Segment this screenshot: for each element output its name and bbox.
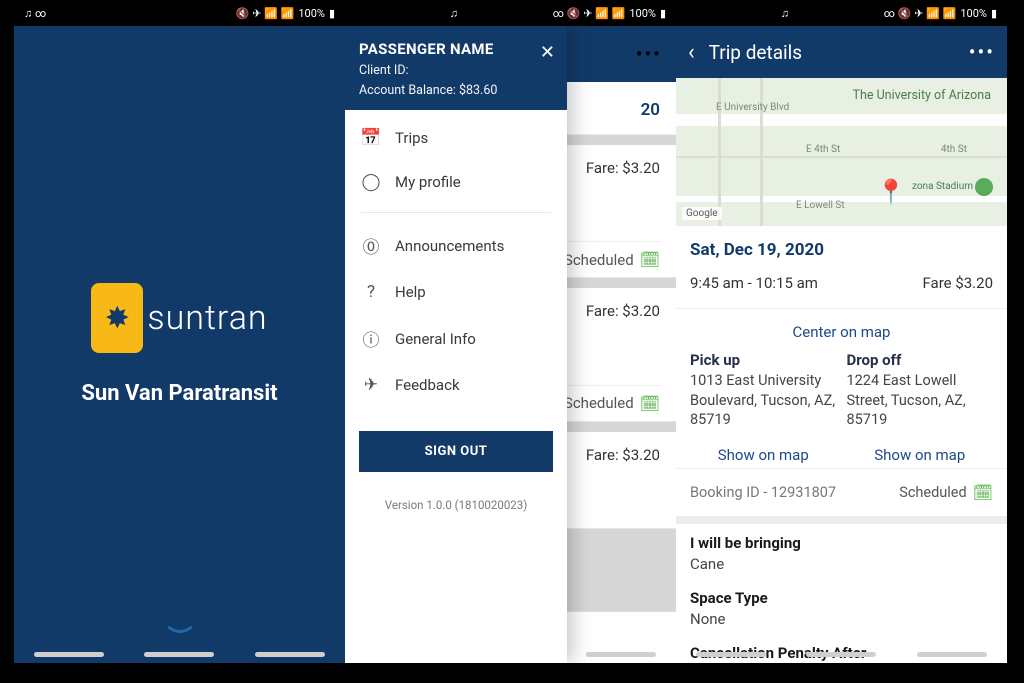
- drawer-item-feedback[interactable]: ✈ Feedback: [345, 363, 567, 407]
- bringing-heading: I will be bringing: [690, 534, 993, 552]
- version-text: Version 1.0.0 (1810020023): [345, 498, 567, 512]
- trip-time: 9:45 am - 10:15 am: [690, 274, 818, 292]
- calendar-check-icon: 🗓: [640, 250, 660, 269]
- drawer-item-announcements[interactable]: ⓪ Announcements: [345, 221, 567, 270]
- details-header: ‹ Trip details •••: [676, 26, 1007, 78]
- battery-icon: ▮: [329, 7, 335, 20]
- sun-badge-icon: ✸: [91, 283, 143, 353]
- brand-logo: ✸ sun tran: [91, 283, 267, 353]
- battery-icon: ▮: [991, 7, 997, 20]
- battery-text: 100%: [298, 7, 325, 20]
- park-icon: [975, 178, 993, 196]
- trip-fare: Fare: $3.20: [586, 446, 660, 464]
- bringing-value: Cane: [690, 555, 993, 573]
- client-id-label: Client ID:: [359, 63, 553, 78]
- system-nav-bar: [14, 645, 345, 663]
- dropoff-heading: Drop off: [847, 351, 994, 369]
- trips-screen: ♫ ∞ 🔇 ✈ 📶 📶 100% ▮ ••• 20 Fare: $3.20 f …: [345, 0, 676, 663]
- dropoff-address: 1224 East Lowell Street, Tucson, AZ, 857…: [847, 371, 994, 430]
- brand-left: sun: [147, 298, 205, 338]
- nav-drawer: PASSENGER NAME Client ID: Account Balanc…: [345, 26, 567, 663]
- help-icon: ?: [361, 282, 381, 302]
- account-balance: Account Balance: $83.60: [359, 83, 553, 98]
- landmark-label: zona Stadium: [912, 181, 973, 192]
- loading-spinner-icon: [162, 597, 198, 633]
- drawer-item-help[interactable]: ? Help: [345, 270, 567, 314]
- status-bar: ♫ ∞ 🔇 ✈ 📶 📶 100% ▮: [676, 0, 1007, 26]
- trip-details-screen: ♫ ∞ 🔇 ✈ 📶 📶 100% ▮ ‹ Trip details ••• E …: [676, 0, 1007, 663]
- drawer-item-trips[interactable]: 📅 Trips: [345, 116, 567, 160]
- street-label: 4th St: [941, 144, 967, 155]
- drawer-item-profile[interactable]: ◯ My profile: [345, 160, 567, 204]
- status-center-icon: ♫: [355, 7, 553, 20]
- status-icons: ∞ 🔇 ✈ 📶 📶: [553, 7, 626, 20]
- status-right: ∞ 🔇 ✈ 📶 📶 100% ▮: [884, 7, 997, 20]
- divider: [361, 212, 551, 213]
- back-icon[interactable]: ‹: [688, 40, 695, 65]
- space-type-value: None: [690, 610, 993, 628]
- sign-out-button[interactable]: SIGN OUT: [359, 431, 553, 472]
- system-nav-bar: [676, 645, 1007, 663]
- status-bar: ♫ ∞ 🔇 ✈ 📶 📶 100% ▮: [14, 0, 345, 26]
- info-icon: ⓘ: [361, 326, 381, 351]
- status-text: Scheduled: [564, 251, 634, 269]
- battery-icon: ▮: [660, 7, 666, 20]
- map-pin-icon: 📍: [876, 178, 906, 206]
- drawer-item-label: General Info: [395, 330, 476, 348]
- send-icon: ✈: [361, 375, 381, 395]
- trip-fare: Fare: $3.20: [586, 302, 660, 320]
- drawer-item-label: Feedback: [395, 376, 460, 394]
- drawer-item-general-info[interactable]: ⓘ General Info: [345, 314, 567, 363]
- trip-date: Sat, Dec 19, 2020: [690, 240, 993, 260]
- more-icon[interactable]: •••: [636, 42, 662, 66]
- announcement-icon: ⓪: [361, 233, 381, 258]
- drawer-item-label: Help: [395, 283, 426, 301]
- battery-text: 100%: [960, 7, 987, 20]
- page-title: Trip details: [709, 41, 955, 64]
- calendar-icon: 📅: [361, 128, 381, 148]
- show-on-map-link[interactable]: Show on map: [690, 446, 837, 464]
- profile-icon: ◯: [361, 172, 381, 192]
- status-bar: ♫ ∞ 🔇 ✈ 📶 📶 100% ▮: [345, 0, 676, 26]
- close-icon[interactable]: ✕: [540, 42, 555, 63]
- trip-fare: Fare $3.20: [923, 274, 994, 292]
- calendar-check-icon: 🗓: [640, 394, 660, 413]
- battery-text: 100%: [629, 7, 656, 20]
- brand-right: tran: [205, 298, 268, 338]
- street-label: E University Blvd: [716, 102, 789, 113]
- trip-fare: Fare: $3.20: [586, 159, 660, 177]
- pickup-address: 1013 East University Boulevard, Tucson, …: [690, 371, 837, 430]
- map-view[interactable]: E University Blvd E 4th St E Lowell St 4…: [676, 78, 1007, 226]
- status-text: Scheduled: [899, 484, 966, 501]
- more-icon[interactable]: •••: [969, 40, 995, 64]
- status-right: 🔇 ✈ 📶 📶 100% ▮: [236, 7, 335, 20]
- center-on-map-link[interactable]: Center on map: [690, 309, 993, 351]
- drawer-item-label: My profile: [395, 173, 461, 191]
- street-label: E 4th St: [806, 144, 840, 155]
- space-type-heading: Space Type: [690, 589, 993, 607]
- status-icons: ∞ 🔇 ✈ 📶 📶: [884, 7, 957, 20]
- passenger-name: PASSENGER NAME: [359, 40, 553, 58]
- splash-screen: ♫ ∞ 🔇 ✈ 📶 📶 100% ▮ ✸ sun tran Sun Van Pa…: [14, 0, 345, 663]
- drawer-header: PASSENGER NAME Client ID: Account Balanc…: [345, 26, 567, 110]
- street-label: E Lowell St: [796, 200, 845, 211]
- status-icons: 🔇 ✈ 📶 📶: [236, 7, 295, 20]
- status-text: Scheduled: [564, 394, 634, 412]
- booking-id: Booking ID - 12931807: [690, 484, 836, 501]
- university-label: The University of Arizona: [853, 88, 992, 103]
- status-left: ♫ ∞: [24, 7, 46, 20]
- splash-title: Sun Van Paratransit: [81, 381, 277, 406]
- pickup-heading: Pick up: [690, 351, 837, 369]
- drawer-item-label: Trips: [395, 129, 428, 147]
- status-center-icon: ♫: [686, 7, 884, 20]
- calendar-check-icon: 🗓: [973, 483, 993, 502]
- drawer-item-label: Announcements: [395, 237, 504, 255]
- show-on-map-link[interactable]: Show on map: [847, 446, 994, 464]
- map-brand: Google: [682, 207, 722, 220]
- status-right: ∞ 🔇 ✈ 📶 📶 100% ▮: [553, 7, 666, 20]
